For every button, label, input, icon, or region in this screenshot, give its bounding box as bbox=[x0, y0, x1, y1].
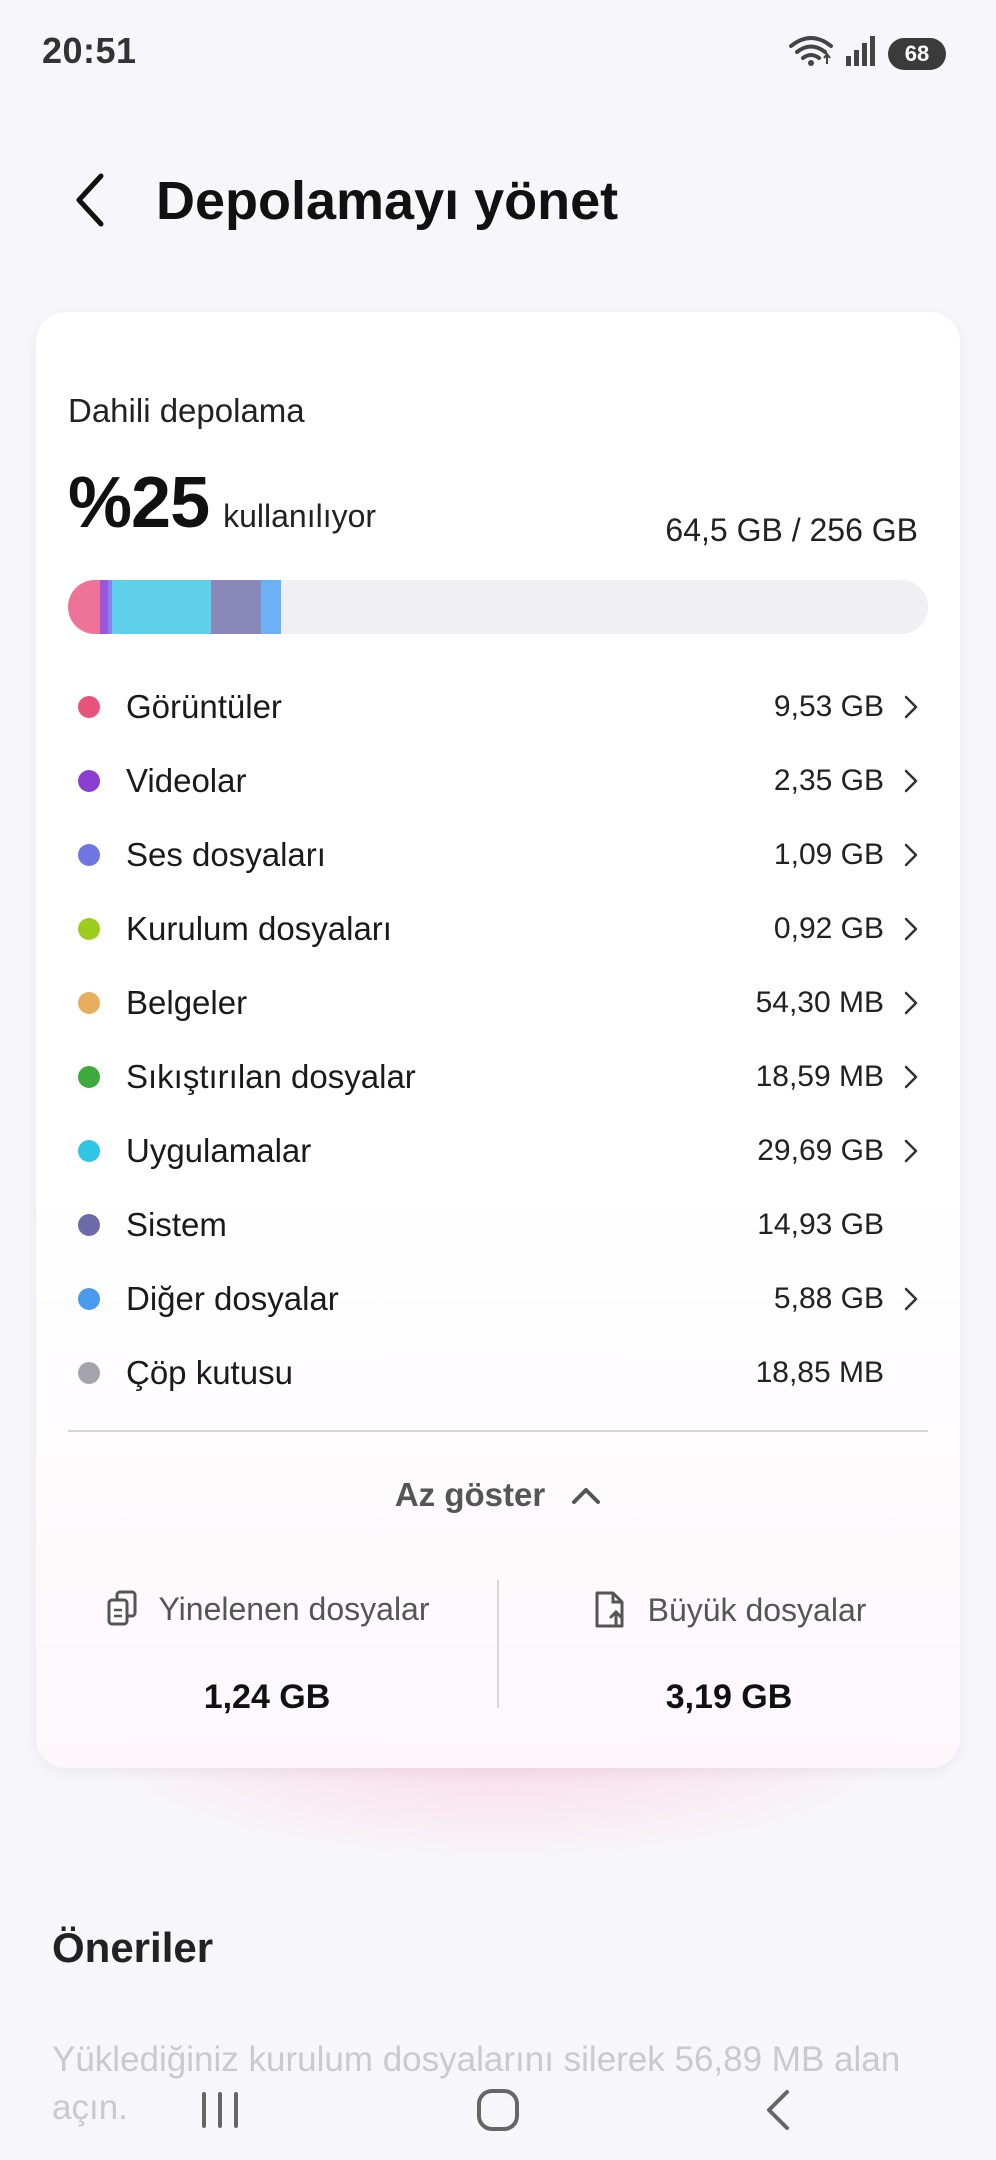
duplicate-files-icon bbox=[107, 1590, 136, 1626]
status-time: 20:51 bbox=[42, 30, 137, 71]
duplicate-files-label: Yinelenen dosyalar bbox=[158, 1590, 430, 1627]
storage-label: Dahili depolama bbox=[68, 392, 305, 429]
show-less-button[interactable]: Az göster bbox=[36, 1460, 960, 1530]
category-row: Çöp kutusu 18,85 MB bbox=[68, 1336, 928, 1410]
large-file-icon bbox=[595, 1591, 624, 1628]
wifi-icon bbox=[788, 34, 834, 73]
usage-bar-segment-images bbox=[68, 580, 100, 634]
category-color-dot bbox=[78, 844, 100, 866]
category-row: Sistem 14,93 GB bbox=[68, 1188, 928, 1262]
navigation-bar bbox=[0, 2060, 996, 2160]
screen: 20:51 68 Depolamayı yönet Dahili depolam… bbox=[0, 0, 996, 2160]
category-size: 18,59 MB bbox=[755, 1060, 884, 1093]
category-size: 2,35 GB bbox=[773, 764, 884, 797]
category-color-dot bbox=[78, 1288, 100, 1310]
category-row[interactable]: Görüntüler 9,53 GB bbox=[68, 670, 928, 744]
category-color-dot bbox=[78, 770, 100, 792]
category-name: Sıkıştırılan dosyalar bbox=[126, 1058, 416, 1095]
status-bar: 20:51 68 bbox=[0, 0, 996, 110]
category-name: Çöp kutusu bbox=[126, 1354, 293, 1391]
chevron-right-icon bbox=[904, 769, 918, 793]
category-size: 0,92 GB bbox=[773, 912, 884, 945]
category-row[interactable]: Ses dosyaları 1,09 GB bbox=[68, 818, 928, 892]
category-size: 18,85 MB bbox=[755, 1356, 884, 1389]
chevron-right-icon bbox=[904, 1139, 918, 1163]
large-files-label: Büyük dosyalar bbox=[647, 1591, 867, 1628]
chevron-right-icon bbox=[904, 695, 918, 719]
chevron-left-icon bbox=[76, 173, 104, 227]
storage-usage-bar bbox=[68, 580, 928, 634]
duplicate-files-button[interactable]: Yinelenen dosyalar 1,24 GB bbox=[36, 1580, 498, 1740]
category-row[interactable]: Videolar 2,35 GB bbox=[68, 744, 928, 818]
large-files-head: Büyük dosyalar bbox=[498, 1590, 960, 1630]
category-color-dot bbox=[78, 696, 100, 718]
category-color-dot bbox=[78, 1140, 100, 1162]
page-title: Depolamayı yönet bbox=[156, 171, 619, 231]
home-icon bbox=[477, 2089, 519, 2131]
usage-bar-segment-videos bbox=[99, 580, 108, 634]
category-name: Uygulamalar bbox=[126, 1132, 312, 1169]
category-color-dot bbox=[78, 1066, 100, 1088]
category-size: 9,53 GB bbox=[773, 690, 884, 723]
chevron-right-icon bbox=[904, 1065, 918, 1089]
category-name: Görüntüler bbox=[126, 688, 282, 725]
duplicate-files-head: Yinelenen dosyalar bbox=[36, 1590, 498, 1628]
chevron-right-icon bbox=[904, 991, 918, 1015]
usage-percent: %25 bbox=[68, 463, 210, 543]
home-button[interactable] bbox=[458, 2078, 538, 2142]
large-files-button[interactable]: Büyük dosyalar 3,19 GB bbox=[498, 1580, 960, 1740]
back-button[interactable] bbox=[60, 168, 120, 232]
quick-stats: Yinelenen dosyalar 1,24 GB Büyük dosyala… bbox=[36, 1580, 960, 1740]
nav-back-button[interactable] bbox=[738, 2078, 818, 2142]
status-icons: 68 bbox=[788, 34, 946, 73]
chevron-right-icon bbox=[904, 1287, 918, 1311]
category-row[interactable]: Uygulamalar 29,69 GB bbox=[68, 1114, 928, 1188]
back-icon bbox=[767, 2090, 789, 2130]
category-row[interactable]: Belgeler 54,30 MB bbox=[68, 966, 928, 1040]
category-row[interactable]: Sıkıştırılan dosyalar 18,59 MB bbox=[68, 1040, 928, 1114]
recents-button[interactable] bbox=[180, 2078, 260, 2142]
chevron-up-icon bbox=[572, 1488, 601, 1504]
divider bbox=[68, 1430, 928, 1432]
suggestions-title: Öneriler bbox=[52, 1924, 214, 1971]
category-size: 29,69 GB bbox=[757, 1134, 884, 1167]
category-size: 1,09 GB bbox=[773, 838, 884, 871]
category-size: 5,88 GB bbox=[773, 1282, 884, 1315]
battery-indicator: 68 bbox=[888, 37, 946, 70]
category-color-dot bbox=[78, 1362, 100, 1384]
app-header: Depolamayı yönet bbox=[0, 150, 996, 250]
category-name: Kurulum dosyaları bbox=[126, 910, 392, 947]
chevron-right-icon bbox=[904, 843, 918, 867]
large-files-value: 3,19 GB bbox=[665, 1678, 793, 1716]
category-color-dot bbox=[78, 992, 100, 1014]
category-color-dot bbox=[78, 1214, 100, 1236]
chevron-right-icon bbox=[904, 917, 918, 941]
category-name: Belgeler bbox=[126, 984, 248, 1021]
duplicate-files-value: 1,24 GB bbox=[203, 1678, 331, 1716]
category-size: 14,93 GB bbox=[757, 1208, 884, 1241]
usage-amount: 64,5 GB / 256 GB bbox=[665, 512, 918, 548]
usage-bar-segment-apps bbox=[111, 580, 212, 634]
category-size: 54,30 MB bbox=[755, 986, 884, 1019]
category-row[interactable]: Diğer dosyalar 5,88 GB bbox=[68, 1262, 928, 1336]
usage-suffix: kullanılıyor bbox=[223, 498, 377, 534]
category-name: Diğer dosyalar bbox=[126, 1280, 339, 1317]
usage-bar-segment-other bbox=[261, 580, 282, 634]
signal-icon bbox=[844, 34, 878, 73]
category-row[interactable]: Kurulum dosyaları 0,92 GB bbox=[68, 892, 928, 966]
usage-bar-segment-system bbox=[211, 580, 262, 634]
internal-storage-card: Dahili depolama %25 kullanılıyor 64,5 GB… bbox=[36, 312, 960, 1768]
category-color-dot bbox=[78, 918, 100, 940]
usage-line: %25 kullanılıyor bbox=[68, 462, 376, 544]
recents-icon bbox=[202, 2092, 238, 2128]
category-name: Ses dosyaları bbox=[126, 836, 326, 873]
show-less-label: Az göster bbox=[394, 1476, 546, 1513]
category-name: Videolar bbox=[126, 762, 247, 799]
category-list: Görüntüler 9,53 GB Videolar 2,35 GB Ses dosy… bbox=[68, 670, 928, 1410]
category-name: Sistem bbox=[126, 1206, 227, 1243]
